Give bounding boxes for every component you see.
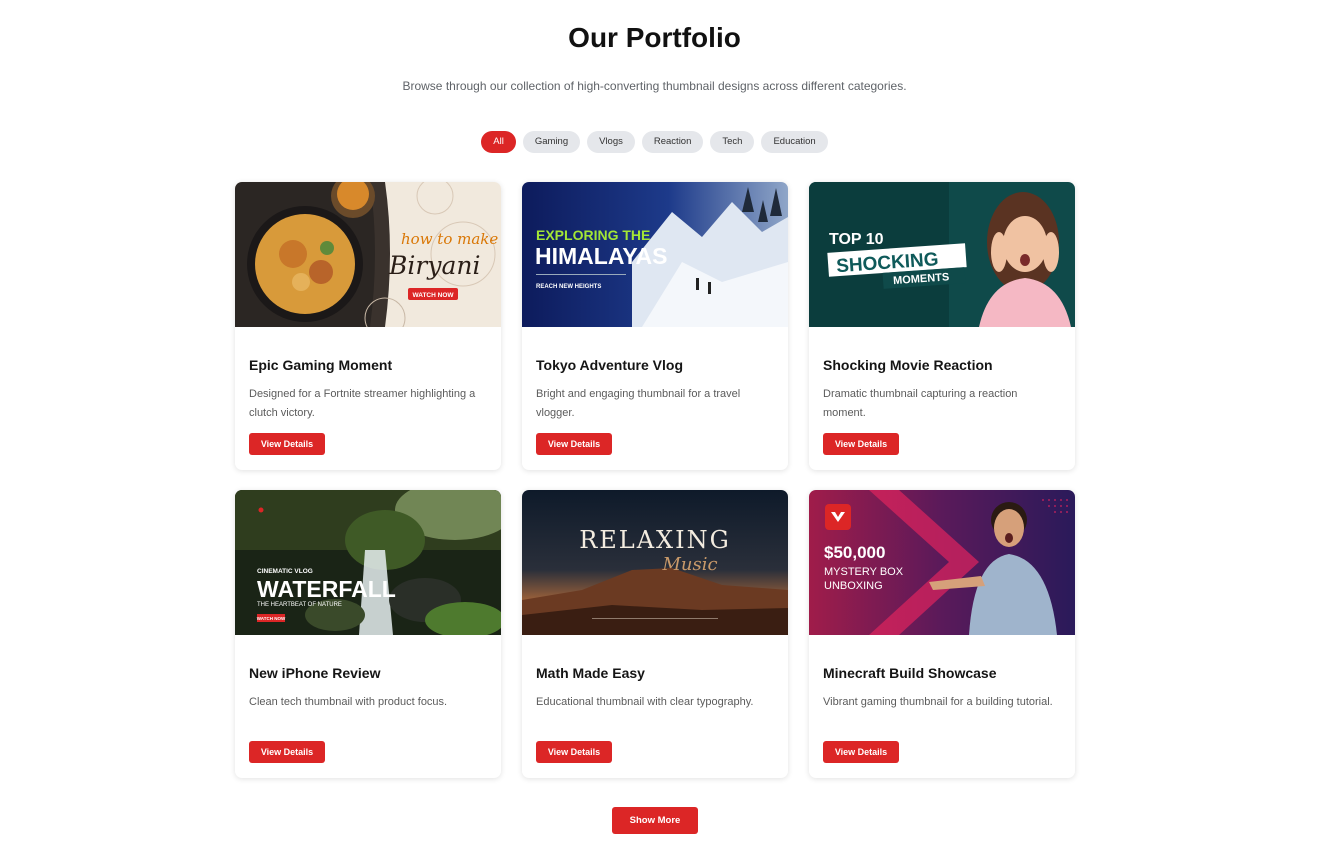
card-title: Minecraft Build Showcase (823, 665, 997, 681)
thumb-line2: WATERFALL (257, 576, 396, 602)
portfolio-card[interactable]: CINEMATIC VLOG WATERFALL THE HEARTBEAT O… (235, 490, 501, 778)
card-title: Epic Gaming Moment (249, 357, 393, 373)
thumb-line1: TOP 10 (829, 231, 884, 248)
portfolio-card[interactable]: EXPLORING THE HIMALAYAS REACH NEW HEIGHT… (522, 182, 788, 470)
card-thumbnail[interactable]: RELAXING Music (522, 490, 788, 635)
card-thumbnail[interactable]: how to make Biryani WATCH NOW (235, 182, 501, 327)
page-subtitle: Browse through our collection of high-co… (402, 79, 907, 93)
view-details-button[interactable]: View Details (536, 741, 612, 763)
thumb-line2: MYSTERY BOX (824, 566, 904, 578)
card-thumbnail[interactable]: EXPLORING THE HIMALAYAS REACH NEW HEIGHT… (522, 182, 788, 327)
filter-all[interactable]: All (481, 131, 516, 153)
card-thumbnail[interactable]: $50,000 MYSTERY BOX UNBOXING (809, 490, 1075, 635)
filter-gaming[interactable]: Gaming (522, 131, 581, 153)
mystery-box-thumbnail-image: $50,000 MYSTERY BOX UNBOXING (809, 490, 1075, 635)
thumb-badge: WATCH NOW (257, 616, 286, 621)
view-details-button[interactable]: View Details (249, 741, 325, 763)
card-title: Tokyo Adventure Vlog (536, 357, 684, 373)
card-description: Educational thumbnail with clear typogra… (536, 696, 754, 708)
thumb-badge: WATCH NOW (412, 292, 454, 299)
card-description: Vibrant gaming thumbnail for a building … (823, 696, 1053, 708)
view-details-button[interactable]: View Details (249, 433, 325, 455)
card-thumbnail[interactable]: CINEMATIC VLOG WATERFALL THE HEARTBEAT O… (235, 490, 501, 635)
page-title: Our Portfolio (568, 22, 741, 53)
thumb-tagline: REACH NEW HEIGHTS (536, 284, 601, 290)
show-more-button[interactable]: Show More (612, 807, 698, 834)
view-details-button[interactable]: View Details (823, 433, 899, 455)
card-description: Dramatic thumbnail capturing a reaction … (823, 388, 1018, 419)
shocking-thumbnail-image: TOP 10 SHOCKING MOMENTS (809, 182, 1075, 327)
thumb-line1: RELAXING (579, 526, 731, 554)
card-title: Shocking Movie Reaction (823, 357, 993, 373)
portfolio-card[interactable]: RELAXING Music Math Made Easy Educationa… (522, 490, 788, 778)
thumb-line2: HIMALAYAS (535, 243, 668, 269)
view-details-button[interactable]: View Details (536, 433, 612, 455)
thumb-line2: Music (661, 554, 717, 575)
thumb-line2: Biryani (388, 251, 480, 280)
category-filters: All Gaming Vlogs Reaction Tech Education (0, 131, 1309, 153)
card-title: Math Made Easy (536, 665, 645, 681)
portfolio-card[interactable]: TOP 10 SHOCKING MOMENTS Shocking Movie R… (809, 182, 1075, 470)
filter-tech[interactable]: Tech (710, 131, 755, 153)
thumb-line1: how to make (401, 230, 498, 248)
filter-education[interactable]: Education (761, 131, 828, 153)
card-title: New iPhone Review (249, 665, 381, 681)
himalayas-thumbnail-image: EXPLORING THE HIMALAYAS REACH NEW HEIGHT… (522, 182, 788, 327)
view-details-button[interactable]: View Details (823, 741, 899, 763)
thumb-line1: $50,000 (824, 543, 885, 562)
thumb-line3: THE HEARTBEAT OF NATURE (257, 602, 342, 608)
card-description: Designed for a Fortnite streamer highlig… (249, 388, 476, 419)
portfolio-card[interactable]: how to make Biryani WATCH NOW Epic Gamin… (235, 182, 501, 470)
card-thumbnail[interactable]: TOP 10 SHOCKING MOMENTS (809, 182, 1075, 327)
card-description: Clean tech thumbnail with product focus. (249, 696, 448, 708)
portfolio-card[interactable]: $50,000 MYSTERY BOX UNBOXING Minecraft B… (809, 490, 1075, 778)
card-description: Bright and engaging thumbnail for a trav… (536, 388, 741, 419)
relaxing-music-thumbnail-image: RELAXING Music (522, 490, 788, 635)
thumb-line1: CINEMATIC VLOG (257, 568, 313, 575)
thumb-line1: EXPLORING THE (536, 227, 650, 243)
biryani-thumbnail-image: how to make Biryani WATCH NOW (235, 182, 501, 327)
thumb-line3: UNBOXING (824, 580, 883, 592)
filter-reaction[interactable]: Reaction (641, 131, 704, 153)
filter-vlogs[interactable]: Vlogs (587, 131, 635, 153)
waterfall-thumbnail-image: CINEMATIC VLOG WATERFALL THE HEARTBEAT O… (235, 490, 501, 635)
